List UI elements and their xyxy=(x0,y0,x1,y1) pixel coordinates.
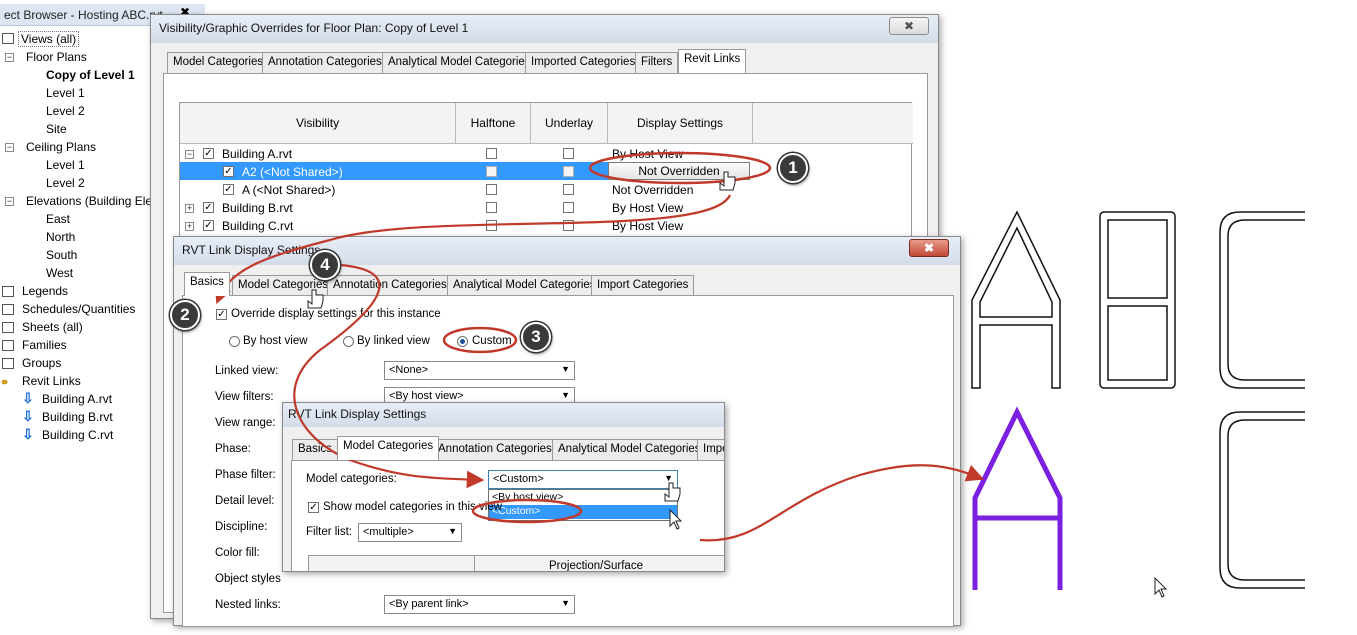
arrow-1-to-basics xyxy=(214,194,732,305)
callout-badge-4: 4 xyxy=(310,250,340,280)
hand-cursor-icon xyxy=(664,482,681,502)
annotation-overlay xyxy=(214,151,985,542)
highlight-ellipse-custom xyxy=(471,498,583,524)
highlight-ellipse-1 xyxy=(588,151,772,185)
tab-model-categories[interactable]: Model Categories xyxy=(337,436,440,460)
tab-basics[interactable]: Basics xyxy=(184,272,230,296)
callout-badge-1: 1 xyxy=(778,153,808,183)
callout-badge-2: 2 xyxy=(170,300,200,330)
highlight-ellipse-3 xyxy=(442,326,518,354)
hand-cursor-icon xyxy=(307,289,324,309)
arrow-custom-to-drawing xyxy=(699,464,985,542)
callout-badge-3: 3 xyxy=(521,322,551,352)
tab-revit-links[interactable]: Revit Links xyxy=(678,49,747,73)
arrow-cursor-icon xyxy=(669,508,683,530)
